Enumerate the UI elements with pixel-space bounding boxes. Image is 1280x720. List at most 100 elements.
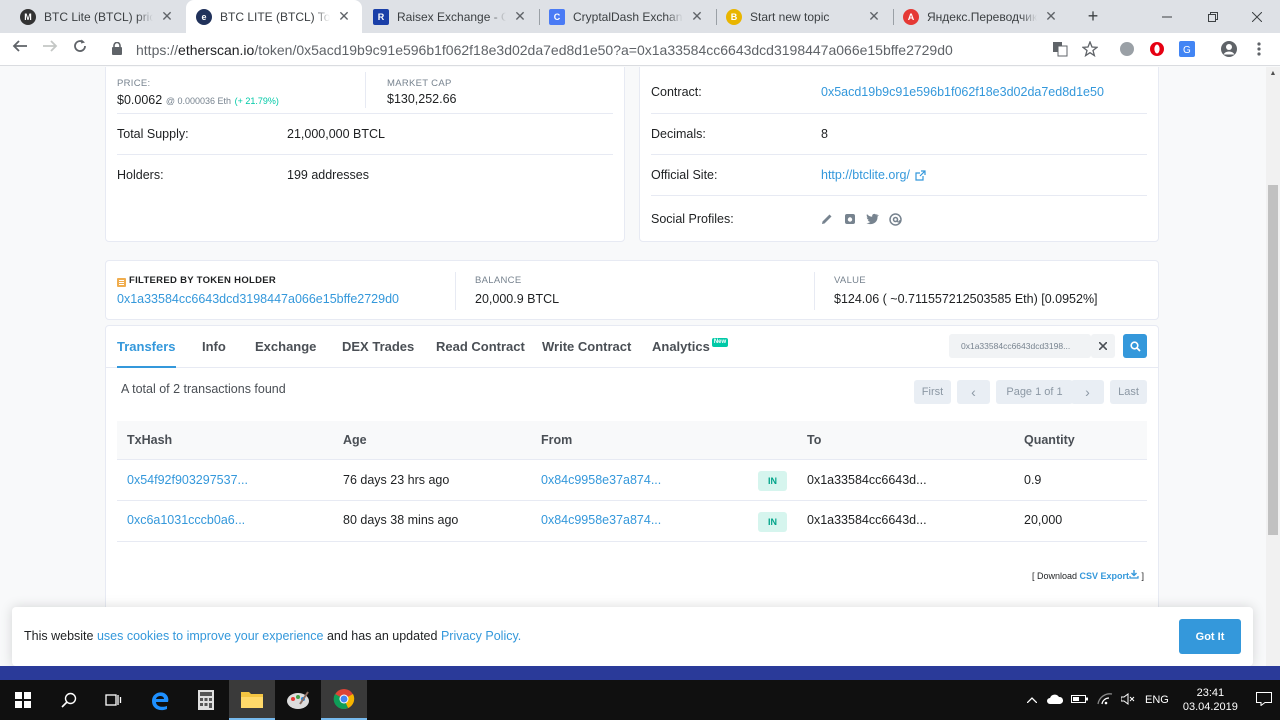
address-bar[interactable]: https://etherscan.io/token/0x5acd19b9c91… [100,37,1110,62]
tx-from-link[interactable]: 0x84c9958e37a874... [541,473,661,487]
twitter-icon[interactable] [866,213,879,228]
close-tab-icon[interactable]: ✕ [512,8,528,25]
svg-text:G: G [1183,45,1191,56]
cookie-policy-link[interactable]: uses cookies to improve your experience [97,629,324,643]
contract-link[interactable]: 0x5acd19b9c91e596b1f062f18e3d02da7ed8d1e… [821,85,1104,99]
close-tab-icon[interactable]: ✕ [866,8,882,25]
privacy-policy-link[interactable]: Privacy Policy. [441,629,521,643]
tx-quantity: 20,000 [1024,513,1063,527]
tab-write-contract[interactable]: Write Contract [542,326,631,367]
tab-exchange[interactable]: Exchange [255,326,316,367]
browser-tab[interactable]: B Start new topic ✕ [716,0,892,33]
close-tab-icon[interactable]: ✕ [689,8,705,25]
opera-vpn-icon[interactable] [1148,40,1166,58]
browser-tab[interactable]: M BTC Lite (BTCL) price, ch ✕ [10,0,185,33]
url-scheme: https:// [136,41,179,58]
forward-button[interactable] [38,38,62,62]
instagram-icon[interactable] [844,213,856,228]
url-path: /token/0x5acd19b9c91e596b1f062f18e3d02da… [254,41,953,58]
download-icon[interactable] [1129,570,1139,581]
bookmark-star-icon[interactable] [1081,40,1099,58]
file-explorer-icon[interactable] [229,680,275,720]
tx-age: 76 days 23 hrs ago [343,473,450,487]
divider [651,154,1147,155]
browser-tab[interactable]: A Яндекс.Переводчик – с ✕ [893,0,1069,33]
tab-title: BTC LITE (BTCL) Token T [220,9,330,24]
value-value: $124.06 ( ~0.711557212503585 Eth) [0.095… [834,292,1098,306]
tab-read-contract[interactable]: Read Contract [436,326,525,367]
battery-icon[interactable] [1071,694,1089,707]
pager-first-button[interactable]: First [914,380,951,404]
new-badge: New [711,338,729,347]
search-icon[interactable] [46,680,92,720]
wifi-icon[interactable] [1097,692,1113,708]
paint-icon[interactable] [275,680,321,720]
close-window-icon[interactable] [1234,0,1280,33]
divider [651,113,1147,114]
csv-export-link[interactable]: CSV Export [1079,571,1129,581]
clear-filter-icon[interactable] [1091,334,1115,358]
tx-from-link[interactable]: 0x84c9958e37a874... [541,513,661,527]
language-indicator[interactable]: ENG [1145,694,1169,706]
tab-transfers[interactable]: Transfers [117,326,176,368]
tab-analytics[interactable]: Analytics New [652,326,729,367]
clock[interactable]: 23:41 03.04.2019 [1183,686,1238,714]
minimize-icon[interactable] [1144,0,1190,33]
system-tray: ENG 23:41 03.04.2019 [1026,680,1272,720]
tab-dex-trades[interactable]: DEX Trades [342,326,414,367]
external-link-icon[interactable] [915,169,926,184]
page-scrollbar[interactable]: ▲ [1266,67,1280,666]
contract-label: Contract: [651,85,702,99]
browser-tab-active[interactable]: e BTC LITE (BTCL) Token T ✕ [186,0,362,33]
chevron-up-icon[interactable] [1026,694,1038,706]
clock-date: 03.04.2019 [1182,701,1238,713]
at-icon[interactable] [889,213,902,229]
pager-next-button[interactable]: › [1071,380,1104,404]
task-view-icon[interactable] [90,680,136,720]
browser-tab[interactable]: C CryptalDash Exchange ✕ [539,0,715,33]
url-host: etherscan.io [178,41,255,58]
edge-browser-icon[interactable] [137,680,183,720]
speaker-muted-icon[interactable] [1120,692,1135,708]
search-button[interactable] [1123,334,1147,358]
pager-prev-button[interactable]: ‹ [957,380,990,404]
price-row: $0.0062 @ 0.000036 Eth (+ 21.79%) [117,92,279,107]
pager-last-button[interactable]: Last [1110,380,1147,404]
tx-hash-link[interactable]: 0x54f92f903297537... [127,473,248,487]
menu-kebab-icon[interactable] [1250,40,1268,58]
windows-start-icon[interactable] [0,680,46,720]
translate-icon[interactable] [1051,40,1069,58]
tx-to: 0x1a33584cc6643d... [807,513,927,527]
profile-avatar-icon[interactable] [1220,40,1238,58]
total-supply-label: Total Supply: [117,127,189,141]
col-age: Age [343,433,367,447]
balance-value: 20,000.9 BTCL [475,292,560,306]
new-tab-button[interactable]: + [1083,6,1103,27]
scrollbar-thumb[interactable] [1268,185,1278,535]
holder-address-link[interactable]: 0x1a33584cc6643dcd3198447a066e15bffe2729… [117,292,399,306]
tab-info[interactable]: Info [202,326,226,367]
price-eth: @ 0.000036 Eth [165,96,231,106]
reload-button[interactable] [68,38,92,62]
scroll-up-icon[interactable]: ▲ [1266,67,1280,81]
got-it-button[interactable]: Got It [1179,619,1241,654]
google-translate-icon[interactable]: G [1178,40,1196,58]
extension-globe-icon[interactable] [1118,40,1136,58]
close-tab-icon[interactable]: ✕ [159,8,175,25]
holders-value: 199 addresses [287,168,370,182]
divider [651,195,1147,196]
onedrive-cloud-icon[interactable] [1047,694,1064,707]
close-tab-icon[interactable]: ✕ [1043,8,1059,25]
calculator-icon[interactable] [183,680,229,720]
notifications-icon[interactable] [1255,691,1272,709]
tab-favicon-icon: B [726,8,742,25]
close-tab-icon[interactable]: ✕ [336,8,352,25]
pencil-icon[interactable] [821,213,833,228]
address-filter-input[interactable]: 0x1a33584cc6643dcd3198... [949,334,1091,358]
tx-hash-link[interactable]: 0xc6a1031cccb0a6... [127,513,245,527]
chrome-icon[interactable] [321,680,367,720]
official-site-link[interactable]: http://btclite.org/ [821,168,910,182]
back-button[interactable] [8,38,32,62]
browser-tab[interactable]: R Raisex Exchange - Crypt ✕ [363,0,538,33]
maximize-icon[interactable] [1190,0,1236,33]
